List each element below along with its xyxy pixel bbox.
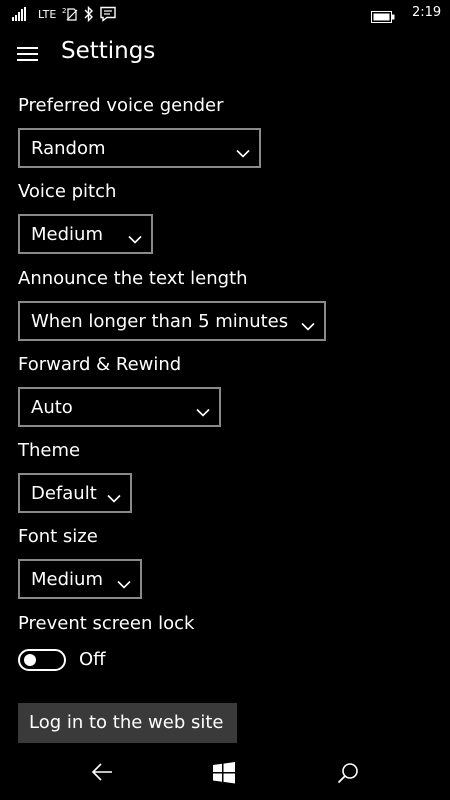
chevron-down-icon <box>107 488 121 507</box>
font-size-value: Medium <box>31 569 103 590</box>
font-size-combobox[interactable]: Medium <box>18 559 142 599</box>
back-icon[interactable] <box>91 762 113 786</box>
screen-lock-toggle[interactable] <box>18 649 66 671</box>
screen-lock-state: Off <box>79 649 106 670</box>
login-web-button[interactable]: Log in to the web site <box>18 703 237 743</box>
chevron-down-icon <box>128 229 142 248</box>
bluetooth-icon <box>84 6 94 22</box>
voice-gender-combobox[interactable]: Random <box>18 128 261 168</box>
toggle-knob <box>24 654 36 666</box>
chevron-down-icon <box>301 316 315 335</box>
sim-icon: 2 <box>62 6 78 22</box>
theme-label: Theme <box>18 440 81 461</box>
message-icon <box>100 6 116 22</box>
text-length-value: When longer than 5 minutes <box>31 311 289 332</box>
font-size-label: Font size <box>18 526 98 547</box>
network-type: LTE <box>38 7 57 21</box>
forward-rewind-label: Forward & Rewind <box>18 354 182 375</box>
windows-icon[interactable] <box>213 762 235 788</box>
chevron-down-icon <box>117 574 131 593</box>
clock: 2:19 <box>412 5 442 20</box>
signal-icon <box>12 7 26 21</box>
text-length-label: Announce the text length <box>18 268 248 289</box>
page-title: Settings <box>61 38 156 64</box>
voice-pitch-combobox[interactable]: Medium <box>18 214 153 254</box>
text-length-combobox[interactable]: When longer than 5 minutes <box>18 301 326 341</box>
theme-value: Default <box>31 483 97 504</box>
forward-rewind-value: Auto <box>31 397 73 418</box>
voice-pitch-value: Medium <box>31 224 103 245</box>
theme-combobox[interactable]: Default <box>18 473 132 513</box>
login-web-button-label: Log in to the web site <box>29 712 224 733</box>
voice-gender-value: Random <box>31 138 106 159</box>
chevron-down-icon <box>196 402 210 421</box>
forward-rewind-combobox[interactable]: Auto <box>18 387 221 427</box>
screen-lock-label: Prevent screen lock <box>18 613 195 634</box>
battery-icon <box>371 8 395 27</box>
status-bar: LTE 2 2:19 <box>0 0 450 28</box>
hamburger-icon[interactable] <box>17 45 39 63</box>
voice-gender-label: Preferred voice gender <box>18 95 224 116</box>
svg-text:2: 2 <box>62 7 66 15</box>
search-icon[interactable] <box>337 762 359 788</box>
voice-pitch-label: Voice pitch <box>18 181 117 202</box>
chevron-down-icon <box>236 143 250 162</box>
